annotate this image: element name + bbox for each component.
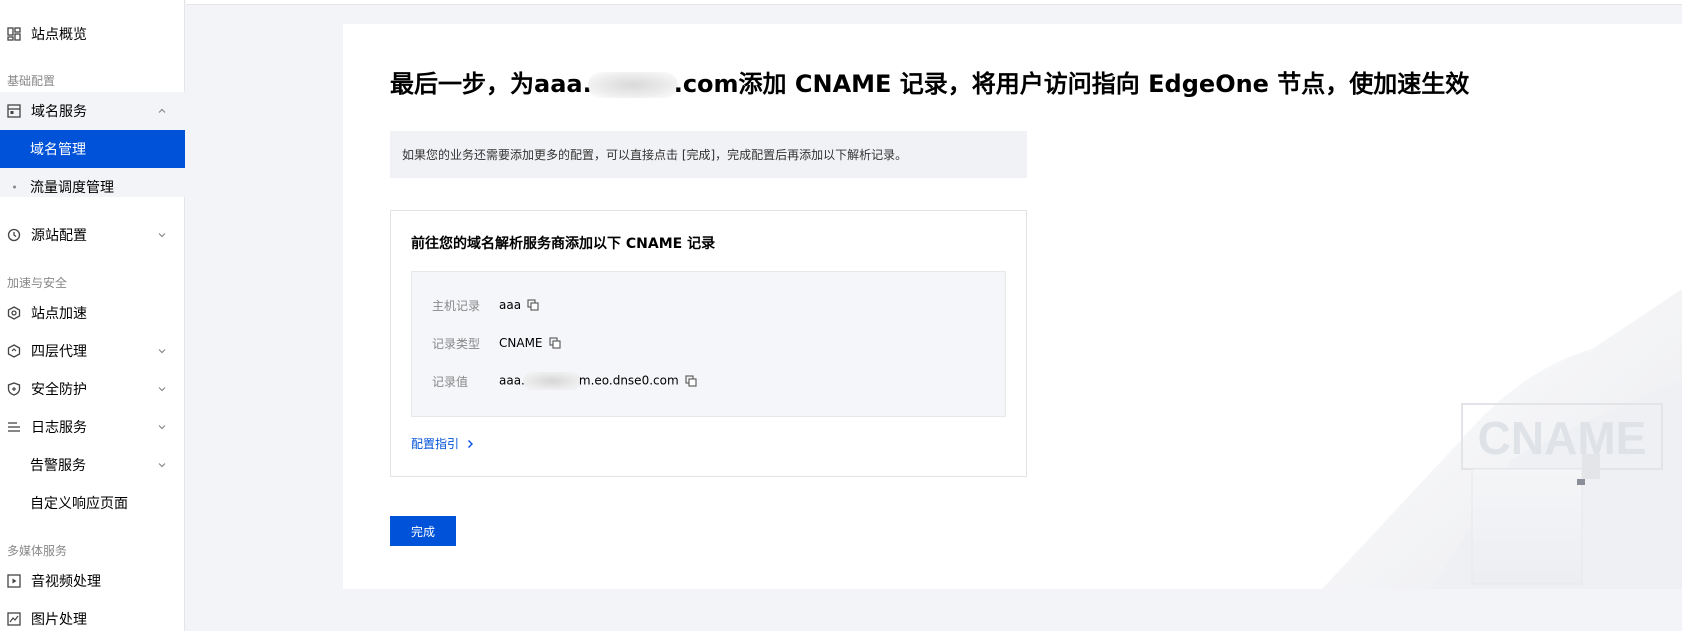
chevron-right-icon [468,439,474,448]
info-banner: 如果您的业务还需要添加更多的配置，可以直接点击 [完成]，完成配置后再添加以下解… [390,131,1027,178]
section-label-basic: 基础配置 [7,74,56,88]
sidebar-item-traffic-schedule[interactable]: 流量调度管理 [0,168,185,206]
done-button[interactable]: 完成 [390,516,456,546]
sidebar: 站点概览 基础配置 域名服务 域名管理 流量调度管理 源站配置 加速与安全 站点… [0,0,185,631]
sidebar-item-origin-config[interactable]: 源站配置 [0,216,185,254]
redacted-blur [587,72,678,98]
record-key: 记录类型 [432,336,481,351]
record-value-suffix: m.eo.dnse0.com [578,373,679,388]
top-strip [186,0,1682,5]
info-text: 如果您的业务还需要添加更多的配置，可以直接点击 [完成]，完成配置后再添加以下解… [402,148,908,162]
bullet-icon [13,185,16,189]
record-details: 主机记录 aaa 记录类型 CNAME 记录值 aaa. m.eo.dnse0.c… [411,271,1006,417]
record-value: CNAME [499,336,543,350]
cname-illustration: CNAME [1322,289,1682,589]
sidebar-item-label: 域名服务 [31,104,87,120]
video-icon [7,574,21,588]
sidebar-item-label: 站点加速 [31,306,87,322]
chevron-down-icon [157,346,167,356]
shield-icon [7,382,21,396]
image-icon [7,612,21,626]
chevron-up-icon [157,106,167,116]
sidebar-item-label: 安全防护 [31,382,87,398]
sidebar-item-custom-page[interactable]: 自定义响应页面 [0,484,185,522]
proxy-icon [7,344,21,358]
record-row-value: 记录值 aaa. m.eo.dnse0.com [432,371,697,391]
sidebar-item-label: 图片处理 [31,612,87,628]
chevron-down-icon [157,384,167,394]
main-card: CNAME 最后一步，为aaa. .com添加 CNAME 记录，将用户访问指向 … [343,24,1682,589]
sidebar-item-label: 源站配置 [31,228,87,244]
record-value: aaa [499,298,522,312]
sidebar-item-domain-manage[interactable]: 域名管理 [0,130,185,168]
record-key: 主机记录 [432,298,481,313]
record-row-host: 主机记录 aaa [432,295,539,315]
sidebar-item-av-process[interactable]: 音视频处理 [0,562,185,600]
title-prefix: 最后一步，为aaa. [390,70,592,98]
record-value-prefix: aaa. [499,373,525,388]
sidebar-item-alarm-service[interactable]: 告警服务 [0,446,185,484]
sidebar-item-image-process[interactable]: 图片处理 [0,600,185,631]
sidebar-item-l4-proxy[interactable]: 四层代理 [0,332,185,370]
sidebar-item-site-accel[interactable]: 站点加速 [0,294,185,332]
sidebar-item-label: 日志服务 [31,420,87,436]
cname-decor-text: CNAME [1478,412,1647,464]
sidebar-item-security[interactable]: 安全防护 [0,370,185,408]
record-row-type: 记录类型 CNAME [432,333,561,353]
copy-icon[interactable] [527,299,539,311]
sidebar-item-log-service[interactable]: 日志服务 [0,408,185,446]
copy-icon[interactable] [548,337,561,349]
log-list-icon [7,420,21,434]
config-guide-link[interactable]: 配置指引 [411,435,475,452]
sidebar-item-label: 音视频处理 [31,574,101,590]
accel-icon [7,306,21,320]
sidebar-item-label: 域名管理 [30,142,86,158]
record-key: 记录值 [432,374,469,389]
domain-icon [7,104,21,118]
cname-record-panel: 前往您的域名解析服务商添加以下 CNAME 记录 主机记录 aaa 记录类型 C… [390,210,1027,477]
chevron-down-icon [157,230,167,240]
copy-icon[interactable] [685,375,697,387]
sidebar-item-label: 站点概览 [31,27,87,43]
record-value: aaa. m.eo.dnse0.com [499,372,679,390]
page-title: 最后一步，为aaa. .com添加 CNAME 记录，将用户访问指向 EdgeOn… [390,64,1469,99]
title-suffix: .com添加 CNAME 记录，将用户访问指向 EdgeOne 节点，使加速生效 [673,70,1470,98]
guide-link-label: 配置指引 [411,437,460,451]
sidebar-item-label: 流量调度管理 [30,180,114,196]
sidebar-item-overview[interactable]: 站点概览 [0,15,185,53]
redacted-blur [522,372,581,390]
chevron-down-icon [157,460,167,470]
sidebar-item-label: 自定义响应页面 [30,496,128,512]
section-label-accel: 加速与安全 [7,276,68,290]
history-icon [7,228,21,242]
sidebar-item-label: 四层代理 [31,344,87,360]
dashboard-icon [7,27,21,41]
record-panel-title: 前往您的域名解析服务商添加以下 CNAME 记录 [411,236,716,252]
sidebar-item-label: 告警服务 [30,458,86,474]
chevron-down-icon [157,422,167,432]
section-label-media: 多媒体服务 [7,544,68,558]
sidebar-item-domain-service[interactable]: 域名服务 [0,92,185,130]
